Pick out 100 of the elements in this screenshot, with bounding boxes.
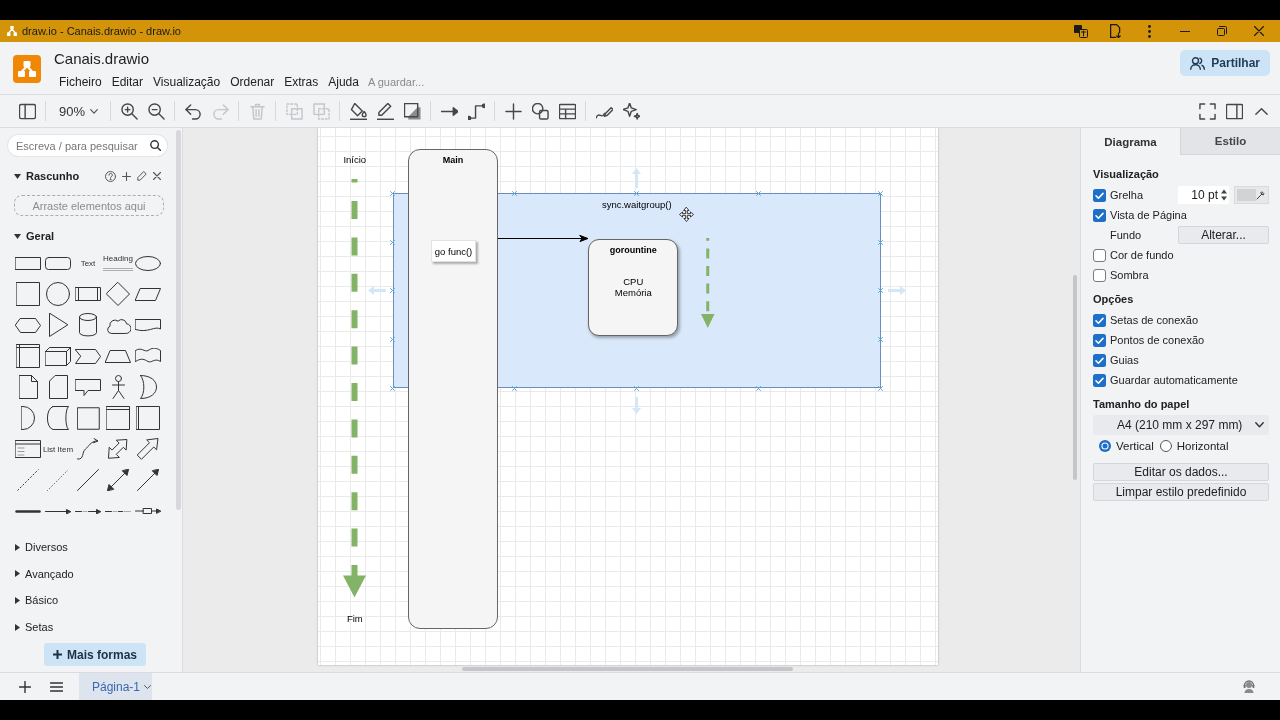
- panel-icon[interactable]: [1226, 102, 1243, 120]
- table-icon[interactable]: [559, 102, 576, 120]
- card-icon[interactable]: [48, 375, 68, 399]
- text-shape[interactable]: Text: [80, 258, 96, 268]
- connection-point-icon[interactable]: [878, 239, 884, 245]
- scrollbar-thumb[interactable]: [176, 130, 181, 510]
- rectangle-icon[interactable]: [15, 256, 41, 270]
- action-button[interactable]: Limpar estilo predefinido: [1093, 483, 1269, 501]
- grid-color-button[interactable]: [1234, 186, 1269, 204]
- caret-right-icon[interactable]: [15, 597, 20, 604]
- diamond-icon[interactable]: [106, 282, 130, 306]
- shapes-icon[interactable]: [532, 102, 549, 120]
- close-icon[interactable]: [1253, 26, 1264, 36]
- shadow-icon[interactable]: [404, 102, 421, 120]
- curved-arrow-icon[interactable]: [77, 438, 99, 460]
- ellipse-icon[interactable]: [135, 255, 161, 271]
- checkbox[interactable]: [1093, 208, 1106, 222]
- kebab-menu-icon[interactable]: [1147, 24, 1151, 38]
- caret-down-icon[interactable]: [14, 233, 21, 239]
- restore-icon[interactable]: [1216, 26, 1227, 36]
- tab[interactable]: Estilo: [1180, 128, 1280, 155]
- connection-point-icon[interactable]: [756, 385, 762, 391]
- grid-size-field[interactable]: 10 pt: [1178, 186, 1229, 204]
- arrow-line-icon[interactable]: [45, 508, 71, 514]
- section-header[interactable]: Básico: [25, 594, 59, 607]
- menu-item[interactable]: Visualização: [148, 74, 226, 90]
- process-icon[interactable]: [75, 287, 101, 301]
- hexagon-icon[interactable]: [15, 317, 41, 333]
- line-arrow-icon[interactable]: [137, 469, 159, 491]
- tab[interactable]: Diagrama: [1081, 128, 1180, 155]
- lane-icon[interactable]: [136, 406, 160, 430]
- caret-right-icon[interactable]: [15, 570, 20, 578]
- pencil-icon[interactable]: [137, 171, 147, 181]
- circle-icon[interactable]: [46, 282, 70, 306]
- square-icon[interactable]: [76, 406, 100, 430]
- translate-icon[interactable]: [1074, 24, 1088, 38]
- connection-point-icon[interactable]: [390, 385, 396, 391]
- scrollbar-thumb[interactable]: [1073, 275, 1077, 480]
- share-button[interactable]: Partilhar: [1180, 50, 1270, 76]
- double-headed-arrow-icon[interactable]: [107, 469, 129, 491]
- paper-size-select[interactable]: A4 (210 mm x 297 mm): [1093, 415, 1269, 435]
- cube-icon[interactable]: [45, 346, 71, 366]
- labeled-line-icon[interactable]: [105, 509, 131, 513]
- pencil-icon[interactable]: [377, 102, 394, 120]
- waypoint-icon[interactable]: [468, 102, 485, 120]
- sparkle-icon[interactable]: [623, 102, 640, 120]
- parallelogram-icon[interactable]: [135, 287, 161, 301]
- zoom-in-icon[interactable]: [121, 102, 138, 120]
- checkbox[interactable]: [1093, 188, 1106, 202]
- undo-icon[interactable]: [185, 102, 202, 120]
- install-icon[interactable]: [1109, 24, 1121, 38]
- menu-item[interactable]: Ficheiro: [54, 74, 107, 90]
- file-name[interactable]: Canais.drawio: [54, 50, 150, 68]
- search-field[interactable]: Escreva / para pesquisar: [8, 135, 167, 156]
- connection-point-icon[interactable]: [390, 337, 396, 343]
- checkbox[interactable]: [1093, 373, 1106, 387]
- caret-down-icon[interactable]: [14, 173, 21, 179]
- connection-point-icon[interactable]: [512, 385, 518, 391]
- labeled-arrow-icon[interactable]: [75, 508, 101, 514]
- fullscreen-icon[interactable]: [1199, 102, 1216, 120]
- section-header[interactable]: Setas: [25, 621, 54, 634]
- minimize-icon[interactable]: [1179, 30, 1190, 32]
- crescent-icon[interactable]: [139, 375, 157, 399]
- page-tab[interactable]: Página-1: [79, 673, 152, 700]
- checkbox[interactable]: [1093, 248, 1106, 262]
- dotted-line-icon[interactable]: [47, 469, 69, 491]
- list-icon[interactable]: [15, 440, 41, 458]
- plus-icon[interactable]: [122, 171, 131, 181]
- connection-point-icon[interactable]: [878, 190, 884, 196]
- section-header[interactable]: Diversos: [25, 541, 68, 554]
- connection-point-icon[interactable]: [634, 385, 640, 391]
- cloud-icon[interactable]: [105, 316, 131, 334]
- connection-point-icon[interactable]: [390, 288, 396, 294]
- double-arrow-icon[interactable]: [108, 439, 128, 459]
- zoom-out-icon[interactable]: [148, 102, 165, 120]
- step-icon[interactable]: [75, 348, 101, 364]
- radio-button[interactable]: [1099, 440, 1111, 452]
- zoom-dropdown[interactable]: 90%: [51, 99, 106, 123]
- line-icon[interactable]: [77, 469, 99, 491]
- document-icon[interactable]: [135, 318, 161, 332]
- radio-button[interactable]: [1159, 440, 1172, 452]
- thick-line-icon[interactable]: [15, 509, 41, 513]
- cylinder-icon[interactable]: [79, 313, 97, 337]
- actor-icon[interactable]: [111, 375, 125, 399]
- connection-point-icon[interactable]: [878, 385, 884, 391]
- textbox-shape[interactable]: Heading: [103, 254, 133, 272]
- menu-item[interactable]: Ajuda: [323, 74, 364, 90]
- section-header[interactable]: Geral: [26, 230, 55, 242]
- drawio-logo-icon[interactable]: [13, 55, 41, 83]
- spinner-icon[interactable]: [1221, 189, 1227, 201]
- more-shapes-button[interactable]: Mais formas: [44, 643, 146, 667]
- connection-point-icon[interactable]: [878, 288, 884, 294]
- trapezoid-icon[interactable]: [105, 349, 131, 363]
- headset-icon[interactable]: [1243, 680, 1255, 693]
- rounded-rectangle-icon[interactable]: [45, 256, 71, 270]
- note-icon[interactable]: [18, 375, 38, 399]
- connection-point-icon[interactable]: [512, 190, 518, 196]
- panel-icon[interactable]: [19, 102, 36, 120]
- plus-icon[interactable]: [505, 102, 522, 120]
- connection-point-icon[interactable]: [390, 190, 396, 196]
